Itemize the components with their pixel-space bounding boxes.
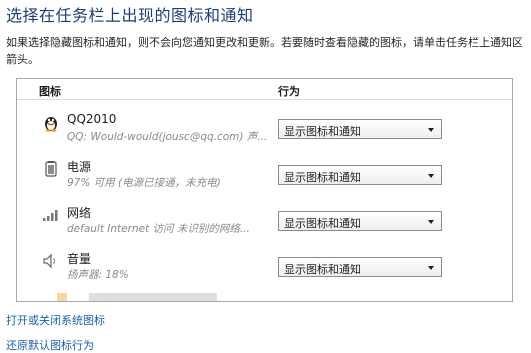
dropdown-arrow-icon [428, 266, 434, 270]
column-header-behavior: 行为 [278, 85, 300, 98]
dropdown-value: 显示图标和通知 [284, 125, 361, 138]
behavior-dropdown-power[interactable]: 显示图标和通知 [278, 165, 442, 185]
item-name: 音量 [67, 252, 92, 266]
list-item-volume: 音量 扬声器: 18% 显示图标和通知 [17, 247, 512, 287]
description-line-1: 如果选择隐藏图标和通知，则不会向您通知更改和更新。若要随时查看隐藏的图标，请单击… [6, 36, 523, 49]
column-header-icon: 图标 [39, 85, 61, 98]
description-line-2: 箭头。 [6, 53, 39, 66]
list-item-network: 网络 default Internet 访问 未识别的网络... 显示图标和通知 [17, 201, 512, 241]
list-item-power: 电源 97% 可用 (电源已接通，未充电) 显示图标和通知 [17, 155, 512, 195]
behavior-dropdown-network[interactable]: 显示图标和通知 [278, 211, 442, 231]
list-item-qq: QQ2010 QQ: Would-would(jousc@qq.com) 声..… [17, 109, 512, 149]
partially-hidden-list-item [57, 293, 217, 301]
network-bars-icon [41, 205, 61, 225]
item-status: default Internet 访问 未识别的网络... [67, 223, 250, 235]
behavior-dropdown-qq[interactable]: 显示图标和通知 [278, 119, 442, 139]
item-name: QQ2010 [67, 112, 117, 126]
notification-icons-list: 图标 行为 QQ2010 QQ: Would-would(jousc@qq.co… [16, 78, 513, 302]
page-title: 选择在任务栏上出现的图标和通知 [6, 6, 254, 25]
behavior-dropdown-volume[interactable]: 显示图标和通知 [278, 257, 442, 277]
item-name: 电源 [67, 160, 92, 174]
battery-icon [41, 159, 61, 179]
dropdown-value: 显示图标和通知 [284, 263, 361, 276]
item-status: QQ: Would-would(jousc@qq.com) 声... [67, 131, 268, 143]
item-name: 网络 [67, 206, 92, 220]
dropdown-arrow-icon [428, 220, 434, 224]
system-icons-link[interactable]: 打开或关闭系统图标 [6, 312, 105, 328]
qq-penguin-icon [41, 113, 61, 133]
dropdown-value: 显示图标和通知 [284, 217, 361, 230]
restore-default-behavior-link[interactable]: 还原默认图标行为 [6, 337, 94, 353]
header-divider [17, 99, 512, 100]
dropdown-arrow-icon [428, 174, 434, 178]
speaker-icon [41, 251, 61, 271]
dropdown-arrow-icon [428, 128, 434, 132]
item-status: 扬声器: 18% [67, 269, 129, 281]
description-text: 如果选择隐藏图标和通知，则不会向您通知更改和更新。若要随时查看隐藏的图标，请单击… [6, 34, 526, 68]
dropdown-value: 显示图标和通知 [284, 171, 361, 184]
item-status: 97% 可用 (电源已接通，未充电) [67, 177, 221, 189]
